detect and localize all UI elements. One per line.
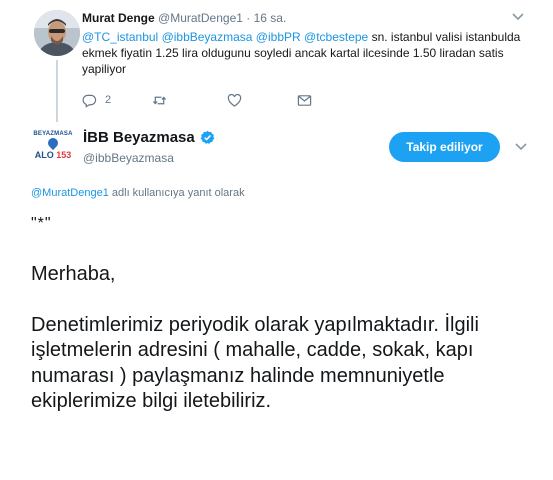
reply-icon bbox=[82, 94, 97, 108]
drop-logo-icon bbox=[45, 135, 61, 151]
mention-link[interactable]: @TC_istanbul bbox=[82, 30, 158, 44]
following-button[interactable]: Takip ediliyor bbox=[389, 132, 500, 162]
separator-dot: · bbox=[246, 11, 251, 25]
author-name[interactable]: İBB Beyazmasa bbox=[83, 128, 195, 147]
logo-number: 153 bbox=[56, 150, 72, 160]
mention-link[interactable]: @tcbestepe bbox=[304, 30, 368, 44]
mention-link[interactable]: @ibbPR bbox=[256, 30, 301, 44]
thread-line bbox=[56, 60, 58, 122]
author-name-block[interactable]: İBB Beyazmasa bbox=[83, 128, 215, 147]
logo-alo: ALO bbox=[34, 150, 54, 160]
ibb-logo-avatar[interactable]: BEYAZMASA ALO 153 bbox=[30, 131, 76, 163]
like-button[interactable] bbox=[227, 92, 242, 108]
retweet-button[interactable] bbox=[152, 92, 167, 108]
message-icon bbox=[297, 94, 312, 106]
tweet-header: Murat Denge @MuratDenge1 · 16 sa. bbox=[82, 11, 286, 26]
replying-to-link[interactable]: @MuratDenge1 bbox=[31, 187, 109, 199]
reply-button[interactable]: 2 bbox=[82, 92, 111, 108]
parent-tweet[interactable]: Murat Denge @MuratDenge1 · 16 sa. @TC_is… bbox=[0, 0, 553, 122]
author-name[interactable]: Murat Denge bbox=[82, 11, 155, 25]
mention-link[interactable]: @ibbBeyazmasa bbox=[162, 30, 253, 44]
chevron-down-icon[interactable] bbox=[511, 12, 525, 22]
timestamp[interactable]: 16 sa. bbox=[254, 11, 287, 25]
message-button[interactable] bbox=[297, 92, 312, 108]
author-handle[interactable]: @MuratDenge1 bbox=[158, 11, 243, 25]
tweet-text: @TC_istanbul @ibbBeyazmasa @ibbPR @tcbes… bbox=[82, 29, 532, 77]
user-photo-icon bbox=[34, 10, 80, 56]
chevron-down-icon[interactable] bbox=[514, 142, 528, 152]
verified-badge-icon bbox=[200, 130, 215, 144]
reply-count: 2 bbox=[105, 94, 112, 106]
main-tweet-text: Merhaba, Denetimlerimiz periyodik olarak… bbox=[31, 262, 531, 415]
retweet-icon bbox=[152, 95, 167, 105]
body-text: Denetimlerimiz periyodik olarak yapılmak… bbox=[31, 313, 479, 413]
tweet-actions: 2 bbox=[82, 92, 342, 108]
logo-phone: ALO 153 bbox=[30, 150, 76, 160]
replying-to: @MuratDenge1 adlı kullanıcıya yanıt olar… bbox=[31, 187, 245, 199]
quote-text: "*" bbox=[31, 215, 52, 232]
author-handle[interactable]: @ibbBeyazmasa bbox=[83, 151, 174, 165]
like-icon bbox=[227, 93, 242, 107]
logo-text: BEYAZMASA bbox=[33, 131, 73, 137]
replying-to-text: adlı kullanıcıya yanıt olarak bbox=[108, 187, 245, 199]
greeting-text: Merhaba, bbox=[31, 263, 116, 285]
avatar[interactable] bbox=[34, 10, 80, 56]
